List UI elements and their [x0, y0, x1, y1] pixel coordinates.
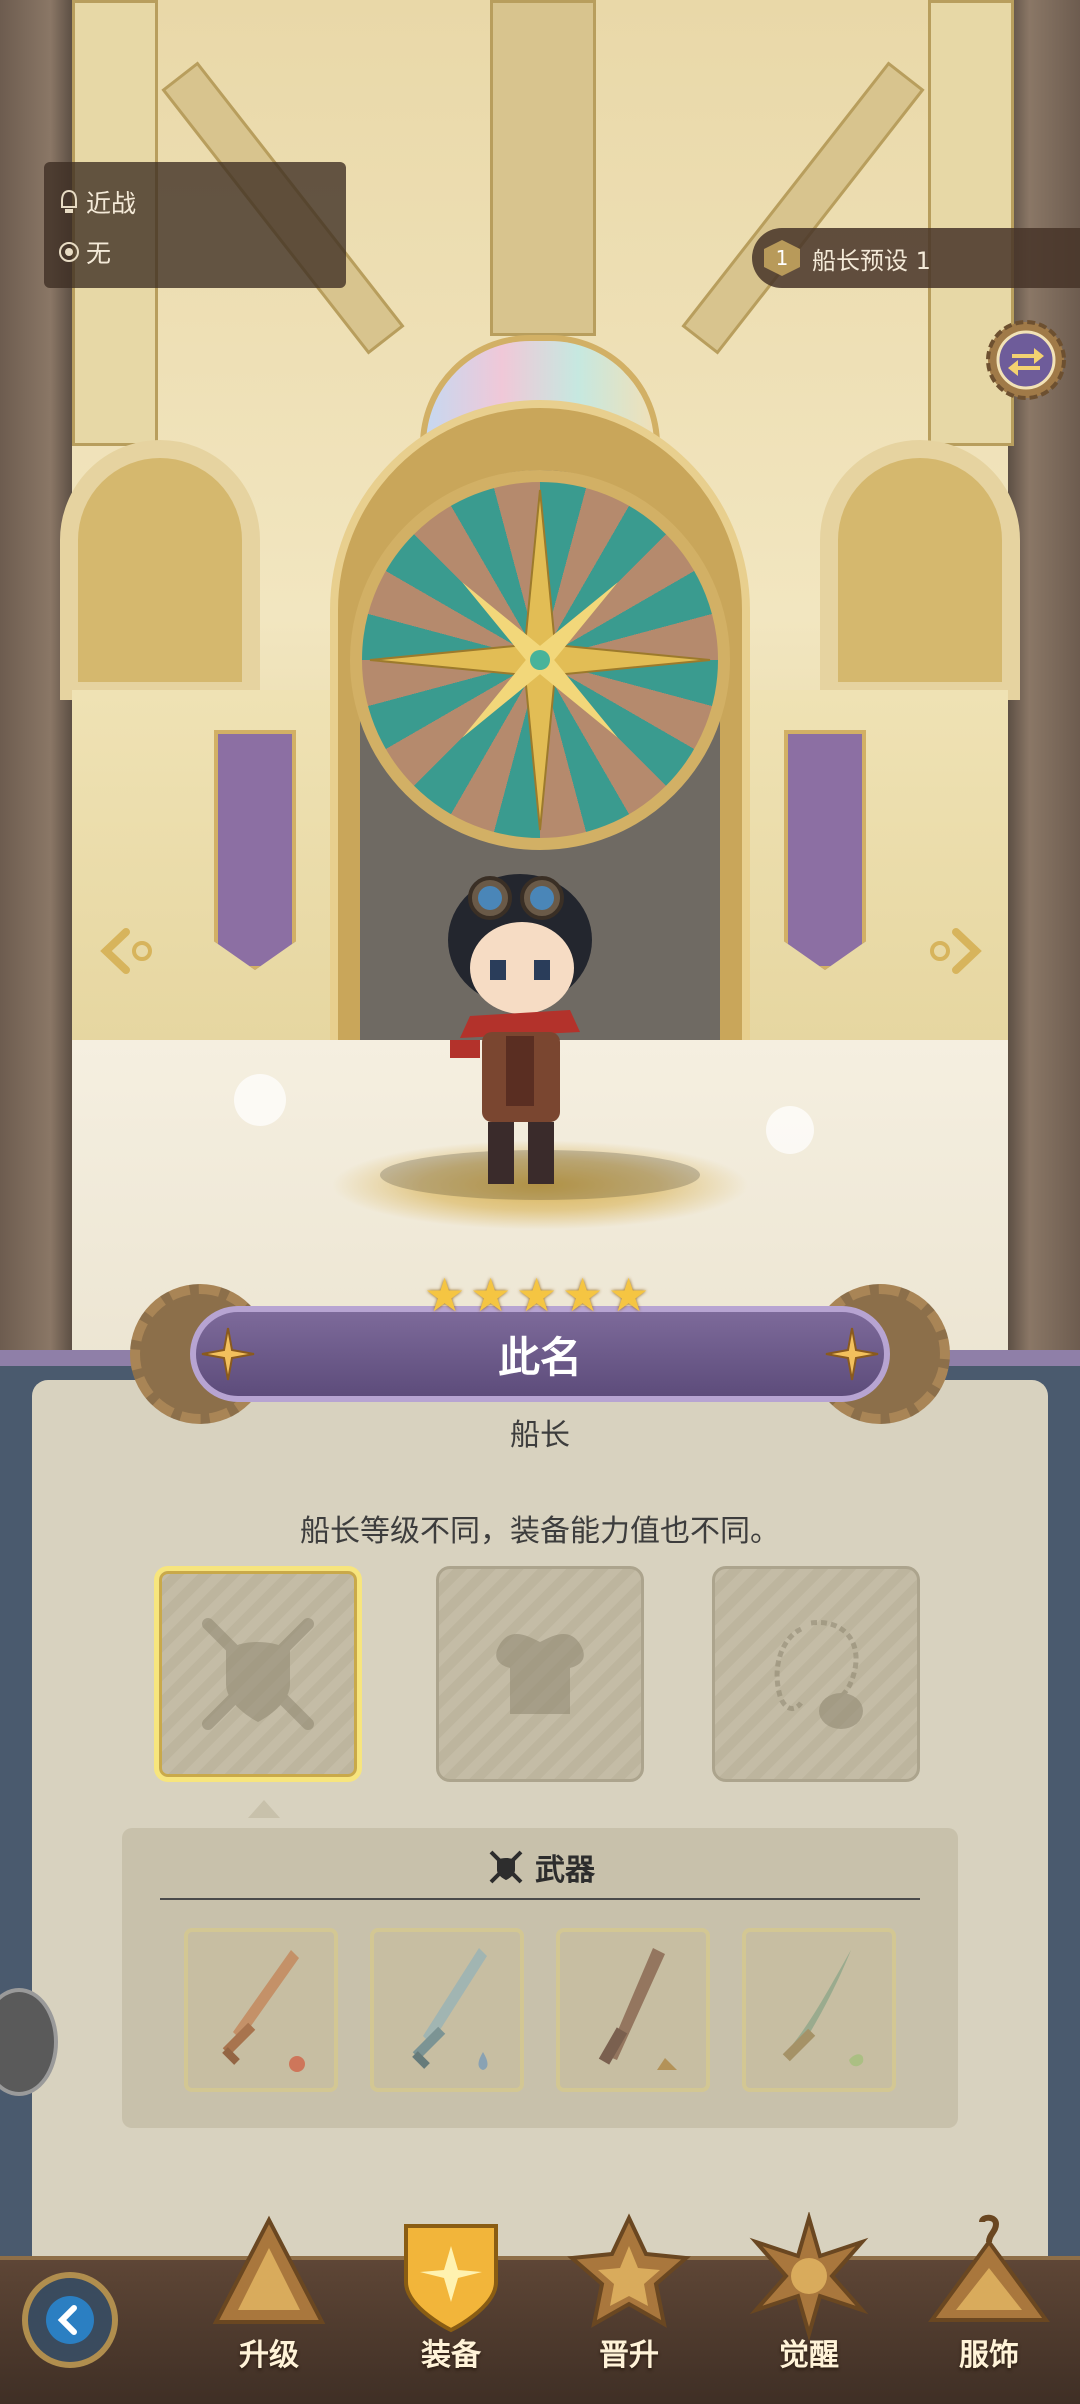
bottom-navigation — [0, 2256, 1080, 2404]
nav-promote[interactable]: 晋升 — [564, 2212, 694, 2382]
captain-preset-selector[interactable]: 1 船长预设 1 — [752, 228, 1080, 288]
sparkle-icon — [234, 1074, 286, 1126]
next-character-arrow-icon[interactable] — [924, 926, 984, 976]
star-icon: ★ — [470, 1268, 512, 1322]
weapon-divider — [160, 1898, 920, 1900]
character-name: 此名 — [497, 1332, 582, 1382]
earth-sword-icon — [598, 1948, 677, 2070]
armor-icon — [496, 1633, 584, 1714]
nav-equipment-label: 装备 — [421, 2338, 481, 2373]
nav-awaken-label: 觉醒 — [779, 2338, 839, 2373]
nav-promote-label: 晋升 — [599, 2338, 659, 2373]
accessory-slot[interactable] — [712, 1566, 920, 1782]
swap-character-button[interactable] — [984, 318, 1068, 402]
star-icon: ★ — [424, 1268, 466, 1322]
preset-label: 船长预设 1 — [812, 246, 931, 275]
back-arrow-icon — [46, 2296, 94, 2344]
character-info-box: 近战 无 — [44, 162, 346, 288]
nav-costume[interactable]: 服饰 — [924, 2212, 1054, 2382]
attack-type-label: 近战 — [86, 189, 137, 218]
element-label: 无 — [86, 239, 112, 268]
weapon-item[interactable] — [556, 1928, 710, 2092]
character-role: 船长 — [510, 1418, 570, 1453]
element-icon — [59, 242, 79, 262]
sparkle-icon — [766, 1106, 814, 1154]
compass-star-icon — [201, 1327, 255, 1381]
star-icon: ★ — [608, 1268, 650, 1322]
weapon-item[interactable] — [370, 1928, 524, 2092]
promote-icon — [567, 2213, 691, 2328]
wind-sword-icon — [782, 1950, 864, 2067]
costume-icon — [928, 2214, 1050, 2322]
equipment-description: 船长等级不同，装备能力值也不同。 — [300, 1514, 780, 1549]
awaken-icon — [749, 2210, 869, 2342]
back-button[interactable] — [22, 2272, 118, 2368]
selected-slot-pointer — [248, 1800, 280, 1818]
right-arch — [820, 440, 1020, 700]
left-arch — [60, 440, 260, 700]
ceiling-beam — [681, 61, 925, 355]
star-rating: ★ ★ ★ ★ ★ — [424, 1272, 654, 1318]
right-banner — [784, 730, 866, 970]
compass-star-icon — [825, 1327, 879, 1381]
armor-slot[interactable] — [436, 1566, 644, 1782]
previous-character-arrow-icon[interactable] — [98, 926, 158, 976]
equipment-icon — [404, 2224, 498, 2333]
left-banner — [214, 730, 296, 970]
element-row: 无 — [58, 234, 111, 270]
weapon-item[interactable] — [742, 1928, 896, 2092]
fire-sword-icon — [222, 1950, 305, 2072]
nav-awaken[interactable]: 觉醒 — [744, 2210, 874, 2382]
ceiling-beam — [490, 0, 596, 336]
star-icon: ★ — [516, 1268, 558, 1322]
upgrade-icon — [212, 2215, 326, 2324]
water-sword-icon — [412, 1948, 488, 2070]
weapon-section-title: 武器 — [535, 1853, 595, 1888]
preset-number-badge: 1 — [764, 240, 800, 276]
attack-type-row: 近战 — [58, 184, 136, 220]
captain-character-sprite[interactable] — [430, 860, 610, 1200]
necklace-icon — [774, 1620, 863, 1729]
melee-icon — [61, 189, 77, 213]
weapon-section-header: 武器 — [0, 1845, 1080, 1889]
crossed-swords-icon — [489, 1850, 523, 1884]
nav-costume-label: 服饰 — [959, 2338, 1019, 2373]
weapon-slot[interactable] — [154, 1566, 362, 1782]
crossed-swords-shield-icon — [202, 1618, 314, 1730]
nav-upgrade-label: 升级 — [239, 2338, 299, 2373]
weapon-item[interactable] — [184, 1928, 338, 2092]
compass-star-icon — [369, 489, 711, 831]
nav-equipment[interactable]: 装备 — [386, 2212, 516, 2382]
nav-upgrade[interactable]: 升级 — [204, 2212, 334, 2382]
star-icon: ★ — [562, 1268, 604, 1322]
